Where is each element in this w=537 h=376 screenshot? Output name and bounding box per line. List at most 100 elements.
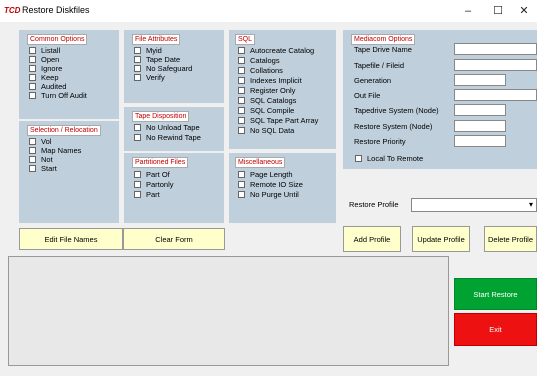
catalogs-label: Catalogs (250, 56, 280, 65)
generation-input[interactable] (454, 74, 506, 86)
checkbox-box[interactable] (238, 97, 245, 104)
tape-date-checkbox[interactable]: Tape Date (134, 55, 180, 64)
checkbox-box[interactable] (238, 117, 245, 124)
sql-catalogs-checkbox[interactable]: SQL Catalogs (238, 96, 296, 105)
checkbox-box[interactable] (238, 181, 245, 188)
catalogs-checkbox[interactable]: Catalogs (238, 56, 280, 65)
sql-compile-checkbox[interactable]: SQL Compile (238, 106, 294, 115)
register-only-checkbox[interactable]: Register Only (238, 86, 295, 95)
page-length-checkbox[interactable]: Page Length (238, 170, 293, 179)
checkbox-box[interactable] (238, 191, 245, 198)
partonly-label: Partonly (146, 180, 174, 189)
checkbox-box[interactable] (29, 83, 36, 90)
restore-system-node-input[interactable] (454, 120, 506, 132)
ignore-checkbox[interactable]: Ignore (29, 64, 62, 73)
sql-tape-part-array-checkbox[interactable]: SQL Tape Part Array (238, 116, 318, 125)
output-log-area[interactable] (8, 256, 449, 366)
local-to-remote-checkbox[interactable]: Local To Remote (355, 154, 423, 163)
tapedrive-system-node-input[interactable] (454, 104, 506, 116)
delete-profile-button[interactable]: Delete Profile (484, 226, 537, 252)
generation-label: Generation (354, 76, 392, 85)
indexes-implicit-checkbox[interactable]: Indexes Implicit (238, 76, 302, 85)
checkbox-box[interactable] (134, 74, 141, 81)
checkbox-box[interactable] (29, 147, 36, 154)
checkbox-box[interactable] (238, 77, 245, 84)
checkbox-box[interactable] (134, 134, 141, 141)
verify-checkbox[interactable]: Verify (134, 73, 165, 82)
no-rewind-tape-checkbox[interactable]: No Rewind Tape (134, 133, 201, 142)
checkbox-box[interactable] (238, 171, 245, 178)
out-file-input[interactable] (454, 89, 537, 101)
audited-checkbox[interactable]: Audited (29, 82, 66, 91)
checkbox-box[interactable] (134, 47, 141, 54)
collations-checkbox[interactable]: Collations (238, 66, 283, 75)
open-checkbox[interactable]: Open (29, 55, 59, 64)
checkbox-box[interactable] (238, 87, 245, 94)
myid-checkbox[interactable]: Myid (134, 46, 162, 55)
autocreate-catalog-label: Autocreate Catalog (250, 46, 315, 55)
part-label: Part (146, 190, 160, 199)
part-of-checkbox[interactable]: Part Of (134, 170, 170, 179)
checkbox-box[interactable] (134, 181, 141, 188)
update-profile-button[interactable]: Update Profile (412, 226, 470, 252)
no-unload-tape-checkbox[interactable]: No Unload Tape (134, 123, 200, 132)
checkbox-box[interactable] (29, 138, 36, 145)
clear-form-button[interactable]: Clear Form (123, 228, 225, 250)
start-label: Start (41, 164, 57, 173)
checkbox-box[interactable] (134, 124, 141, 131)
map-names-checkbox[interactable]: Map Names (29, 146, 81, 155)
title-bar: TCD Restore Diskfiles – ☐ ✕ (0, 0, 537, 22)
tapefile-fileid-label: Tapefile / Fileid (354, 61, 405, 70)
checkbox-box[interactable] (238, 47, 245, 54)
restore-priority-input[interactable] (454, 135, 506, 147)
chevron-down-icon[interactable]: ▾ (529, 200, 533, 209)
tape-disposition-title: Tape Disposition (132, 111, 190, 122)
tapedrive-system-node-label: Tapedrive System (Node) (354, 106, 439, 115)
autocreate-catalog-checkbox[interactable]: Autocreate Catalog (238, 46, 314, 55)
no-purge-until-checkbox[interactable]: No Purge Until (238, 190, 299, 199)
common-options-panel: Common Options Listall Open Ignore Keep … (19, 30, 119, 119)
listall-label: Listall (41, 46, 61, 55)
checkbox-box[interactable] (29, 165, 36, 172)
no-safeguard-checkbox[interactable]: No Safeguard (134, 64, 192, 73)
audited-label: Audited (41, 82, 67, 91)
remote-io-size-checkbox[interactable]: Remote IO Size (238, 180, 303, 189)
listall-checkbox[interactable]: Listall (29, 46, 60, 55)
checkbox-box[interactable] (238, 107, 245, 114)
miscellaneous-title: Miscellaneous (235, 157, 286, 168)
keep-checkbox[interactable]: Keep (29, 73, 59, 82)
exit-button[interactable]: Exit (454, 313, 537, 346)
tape-drive-name-input[interactable] (454, 43, 537, 55)
vol-checkbox[interactable]: Vol (29, 137, 51, 146)
checkbox-box[interactable] (134, 56, 141, 63)
checkbox-box[interactable] (29, 56, 36, 63)
turn-off-audit-checkbox[interactable]: Turn Off Audit (29, 91, 87, 100)
checkbox-box[interactable] (238, 127, 245, 134)
checkbox-box[interactable] (238, 67, 245, 74)
checkbox-box[interactable] (29, 47, 36, 54)
add-profile-button[interactable]: Add Profile (343, 226, 401, 252)
restore-profile-select[interactable]: ▾ (411, 198, 537, 212)
checkbox-box[interactable] (238, 57, 245, 64)
part-checkbox[interactable]: Part (134, 190, 160, 199)
not-label: Not (41, 155, 53, 164)
checkbox-box[interactable] (355, 155, 362, 162)
sql-panel: SQL Autocreate Catalog Catalogs Collatio… (229, 30, 336, 149)
tapefile-fileid-input[interactable] (454, 59, 537, 71)
not-checkbox[interactable]: Not (29, 155, 53, 164)
partonly-checkbox[interactable]: Partonly (134, 180, 174, 189)
no-sql-data-checkbox[interactable]: No SQL Data (238, 126, 294, 135)
start-restore-button[interactable]: Start Restore (454, 278, 537, 310)
checkbox-box[interactable] (29, 65, 36, 72)
checkbox-box[interactable] (29, 92, 36, 99)
start-checkbox[interactable]: Start (29, 164, 57, 173)
checkbox-box[interactable] (134, 191, 141, 198)
checkbox-box[interactable] (29, 74, 36, 81)
turn-off-audit-label: Turn Off Audit (41, 91, 87, 100)
close-button[interactable]: ✕ (509, 2, 537, 20)
checkbox-box[interactable] (29, 156, 36, 163)
minimize-button[interactable]: – (453, 2, 483, 20)
edit-file-names-button[interactable]: Edit File Names (19, 228, 123, 250)
checkbox-box[interactable] (134, 171, 141, 178)
checkbox-box[interactable] (134, 65, 141, 72)
